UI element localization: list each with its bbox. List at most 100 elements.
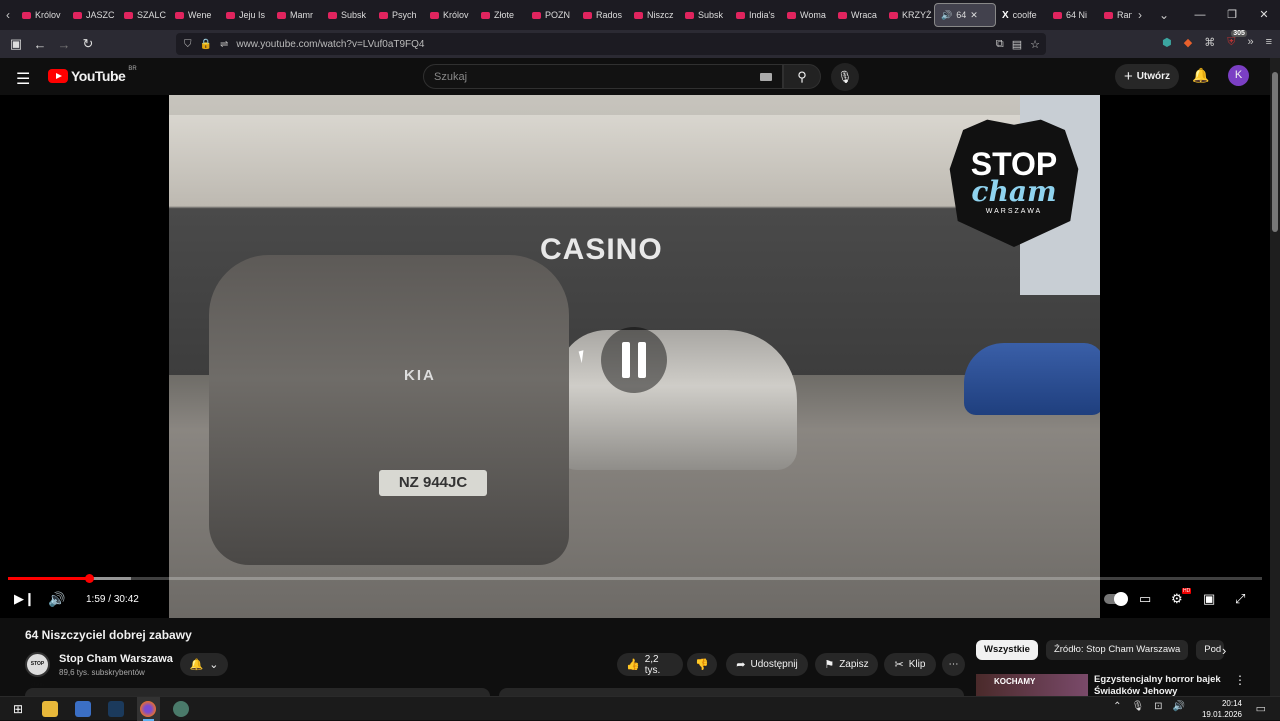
keyboard-icon[interactable]	[760, 73, 772, 81]
sidebar-toggle-icon[interactable]: ▣	[4, 36, 28, 52]
browser-tab[interactable]: Niszcz	[628, 3, 679, 27]
search-input[interactable]: Szukaj	[423, 64, 783, 89]
pause-overlay-icon[interactable]	[601, 327, 667, 393]
chip-all[interactable]: Wszystkie	[976, 640, 1038, 660]
reload-icon[interactable]: ↻	[76, 36, 100, 52]
youtube-logo[interactable]: YouTube BR	[48, 66, 137, 84]
browser-tab[interactable]: JASZC	[67, 3, 118, 27]
speaker-icon[interactable]: 🔊	[941, 10, 952, 21]
theater-mode-icon[interactable]: ▣	[1203, 591, 1215, 607]
recommendation-title[interactable]: Egzystencjalny horror bajek Świadków Jeh…	[1094, 674, 1222, 696]
volume-tray-icon[interactable]: 🔊	[1173, 701, 1185, 712]
browser-tab[interactable]: Jeju Is	[220, 3, 271, 27]
taskbar-clock[interactable]: 20:14 19.01.2026	[1202, 698, 1242, 720]
close-tab-icon[interactable]: ✕	[970, 10, 978, 21]
microphone-tray-icon[interactable]: 🎙	[1131, 701, 1144, 712]
shield-icon[interactable]: ⛉	[184, 39, 192, 50]
chip-source[interactable]: Źródło: Stop Cham Warszawa	[1045, 640, 1189, 660]
voice-search-button[interactable]: 🎙	[831, 63, 859, 91]
notifications-icon[interactable]: ▭	[1256, 702, 1266, 715]
lock-icon[interactable]: 🔒	[200, 39, 212, 50]
more-vertical-icon[interactable]: ⋮	[1234, 673, 1246, 687]
browser-tab[interactable]: Woma	[781, 3, 832, 27]
create-button[interactable]: + Utwórz	[1115, 64, 1179, 89]
ublock-icon[interactable]: ⛨ 305	[1227, 30, 1247, 49]
play-pause-button[interactable]: ▶❙	[14, 591, 35, 607]
dislike-button[interactable]: 👎	[687, 653, 717, 676]
this-pc-icon[interactable]	[75, 701, 91, 717]
channel-name[interactable]: Stop Cham Warszawa	[59, 653, 173, 665]
permissions-icon[interactable]: ⇌	[220, 39, 228, 50]
scrollbar-thumb[interactable]	[1272, 72, 1278, 232]
browser-tab[interactable]: Subsk	[322, 3, 373, 27]
app-menu-icon[interactable]: ≡	[1266, 36, 1272, 49]
video-player[interactable]: CASINO KIA NZ 944JC STOP cham WARSZAWA ▶…	[0, 95, 1270, 618]
browser-tab[interactable]: Królov	[16, 3, 67, 27]
browser-tab[interactable]: Rados	[577, 3, 628, 27]
browser-tab[interactable]: KRZYŻ	[883, 3, 934, 27]
browser-tab[interactable]: Złote	[475, 3, 526, 27]
browser-tab-active[interactable]: 🔊 64 ✕	[934, 3, 996, 27]
extensions-puzzle-icon[interactable]: ⌘	[1204, 36, 1215, 49]
settings-gear-icon[interactable]: ⚙	[1171, 591, 1183, 607]
back-icon[interactable]: ←	[28, 37, 52, 52]
fullscreen-icon[interactable]: ⤢	[1235, 591, 1245, 607]
progress-bar[interactable]	[8, 574, 1262, 583]
browser-tab[interactable]: Subsk	[679, 3, 730, 27]
windows-start-icon[interactable]: ⊞	[10, 701, 26, 717]
autoplay-toggle[interactable]	[1104, 592, 1128, 606]
vpn-extension-icon[interactable]: ⬢	[1162, 36, 1172, 49]
volume-button[interactable]: 🔊	[48, 591, 65, 608]
save-button[interactable]: ⚑ Zapisz	[815, 653, 878, 676]
more-actions-button[interactable]: ⋯	[942, 653, 965, 676]
steam-icon[interactable]	[108, 701, 124, 717]
network-icon[interactable]: ⊡	[1154, 701, 1162, 712]
overflow-chevron-icon[interactable]: »	[1247, 36, 1253, 49]
browser-tab[interactable]: Królov	[424, 3, 475, 27]
subtitles-icon[interactable]: ▭	[1139, 591, 1151, 607]
browser-tab[interactable]: Ran	[1098, 3, 1132, 27]
firefox-icon[interactable]	[140, 701, 156, 717]
close-window-icon[interactable]: ✕	[1248, 0, 1280, 30]
fox-extension-icon[interactable]: ◆	[1184, 36, 1192, 49]
channel-avatar[interactable]: STOP cham	[25, 652, 50, 688]
like-button[interactable]: 👍 2,2 tys.	[617, 653, 683, 676]
account-avatar[interactable]: K	[1228, 65, 1249, 86]
scrubber-handle[interactable]	[85, 574, 95, 583]
file-explorer-icon[interactable]	[42, 701, 58, 717]
browser-tab[interactable]: Wene	[169, 3, 220, 27]
tab-scroll-right-icon[interactable]: ›	[1132, 8, 1148, 22]
browser-tab[interactable]: POZN	[526, 3, 577, 27]
subscription-bell-button[interactable]: 🔔 ⌄	[180, 653, 228, 676]
forward-icon[interactable]: →	[52, 37, 76, 52]
page-scrollbar[interactable]	[1270, 58, 1280, 698]
browser-tab[interactable]: SZALC	[118, 3, 169, 27]
scissors-icon: ✂	[894, 659, 904, 671]
tray-chevron-up-icon[interactable]: ⌃	[1113, 701, 1121, 712]
recommendation-thumbnail[interactable]: KOCHAMY	[976, 674, 1088, 696]
tab-scroll-left-icon[interactable]: ‹	[0, 8, 16, 22]
app-icon[interactable]	[173, 701, 189, 717]
chevron-right-icon[interactable]: ›	[1222, 643, 1226, 658]
minimize-icon[interactable]: —	[1184, 0, 1216, 30]
reader-view-icon[interactable]: ▤	[1012, 38, 1022, 51]
clip-button[interactable]: ✂ Klip	[884, 653, 936, 676]
restore-icon[interactable]: ❐	[1216, 0, 1248, 30]
url-text[interactable]: www.youtube.com/watch?v=LVuf0aT9FQ4	[236, 39, 424, 50]
browser-tab[interactable]: India's	[730, 3, 781, 27]
browser-tab[interactable]: Wraca	[832, 3, 883, 27]
browser-tab[interactable]: 64 Ni	[1047, 3, 1098, 27]
hamburger-menu-icon[interactable]: ☰	[16, 69, 30, 89]
bookmark-star-icon[interactable]: ☆	[1030, 38, 1040, 51]
chip-related[interactable]: Pod	[1196, 640, 1225, 660]
browser-tab[interactable]: Mamr	[271, 3, 322, 27]
notifications-bell-icon[interactable]: 🔔	[1192, 67, 1209, 84]
browser-tab-x[interactable]: X coolfe	[996, 3, 1047, 27]
logo-line-warszawa: WARSZAWA	[985, 208, 1043, 215]
search-button[interactable]: ⚲	[783, 64, 821, 89]
picture-in-picture-icon[interactable]: ⧉	[996, 38, 1004, 51]
browser-tab[interactable]: Psych	[373, 3, 424, 27]
address-bar[interactable]: ⛉ 🔒 ⇌ www.youtube.com/watch?v=LVuf0aT9FQ…	[176, 33, 1046, 55]
share-button[interactable]: ➦ Udostępnij	[726, 653, 808, 676]
tab-list-chevron-icon[interactable]: ⌄	[1156, 8, 1172, 22]
